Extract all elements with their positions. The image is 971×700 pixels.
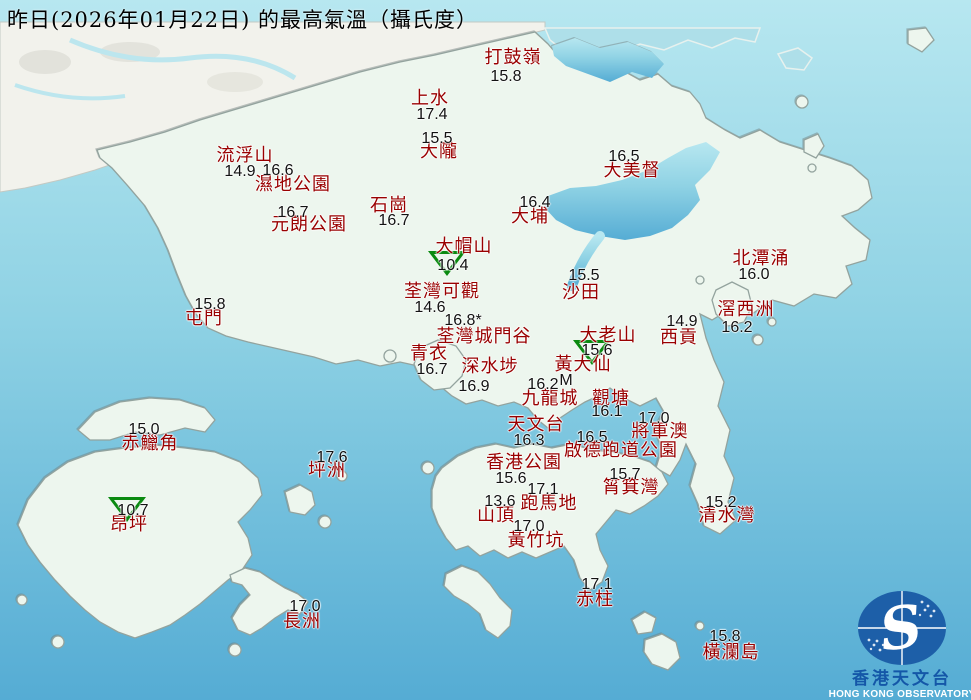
station-value: 15.0 [128, 421, 160, 438]
station-value: 17.4 [416, 106, 448, 123]
station-value: 15.7 [609, 466, 641, 483]
station-value: 16.2 [721, 319, 753, 336]
station-value: 17.0 [289, 598, 321, 615]
station-value: 16.5 [608, 148, 640, 165]
station-value: 16.6 [262, 162, 294, 179]
station-value: 15.8 [490, 68, 522, 85]
station-value: 16.9 [458, 378, 490, 395]
station-name: 長洲 [283, 611, 321, 632]
station-name: 沙田 [562, 282, 600, 303]
station-value: 16.8* [444, 312, 482, 329]
station-name: 大帽山 [435, 236, 493, 257]
station-value: 16.2 [527, 376, 559, 393]
station-value: 13.6 [484, 493, 516, 510]
station-value: 15.5 [421, 130, 453, 147]
weather-map-page: S 香港天文台 HONG KONG OBSERVATORY 昨日(2026年01… [0, 0, 971, 700]
station-value: 17.1 [581, 576, 613, 593]
station-value: 17.0 [513, 518, 545, 535]
station-value: 16.7 [378, 212, 410, 229]
station-name: 橫瀾島 [702, 642, 760, 663]
station-value: 16.4 [519, 194, 551, 211]
station-value: 17.0 [638, 410, 670, 427]
station-name: 深水埗 [461, 356, 519, 377]
station-value: 17.6 [316, 449, 348, 466]
station-value: 15.5 [568, 267, 600, 284]
station-value: 16.0 [738, 266, 770, 283]
station-value: 16.5 [576, 429, 608, 446]
station-name: 荃灣城門谷 [436, 326, 532, 347]
stations-layer: 打鼓嶺 15.8 上水 17.4 大隴 15.5 大美督 16.5 流浮山 14.9 濕地公園 16.… [0, 0, 971, 700]
station-value: 17.1 [527, 481, 559, 498]
station-value: 15.2 [705, 494, 737, 511]
station-value: 14.9 [666, 313, 698, 330]
station-name: 打鼓嶺 [484, 47, 542, 68]
station-name: 滘西洲 [717, 299, 775, 320]
station-value: 15.6 [495, 470, 527, 487]
station-value: 16.3 [513, 432, 545, 449]
station-value: 16.7 [416, 361, 448, 378]
station-value: M [559, 372, 573, 389]
station-value: 10.7 [117, 502, 149, 519]
station-name: 赤柱 [576, 589, 614, 610]
station-value: 15.8 [194, 296, 226, 313]
station-name: 西貢 [660, 327, 698, 348]
station-value: 14.6 [414, 299, 446, 316]
station-value: 16.1 [591, 403, 623, 420]
station-value: 16.7 [277, 204, 309, 221]
station-value: 10.4 [437, 257, 469, 274]
station-value: 15.8 [709, 628, 741, 645]
station-value: 14.9 [224, 163, 256, 180]
